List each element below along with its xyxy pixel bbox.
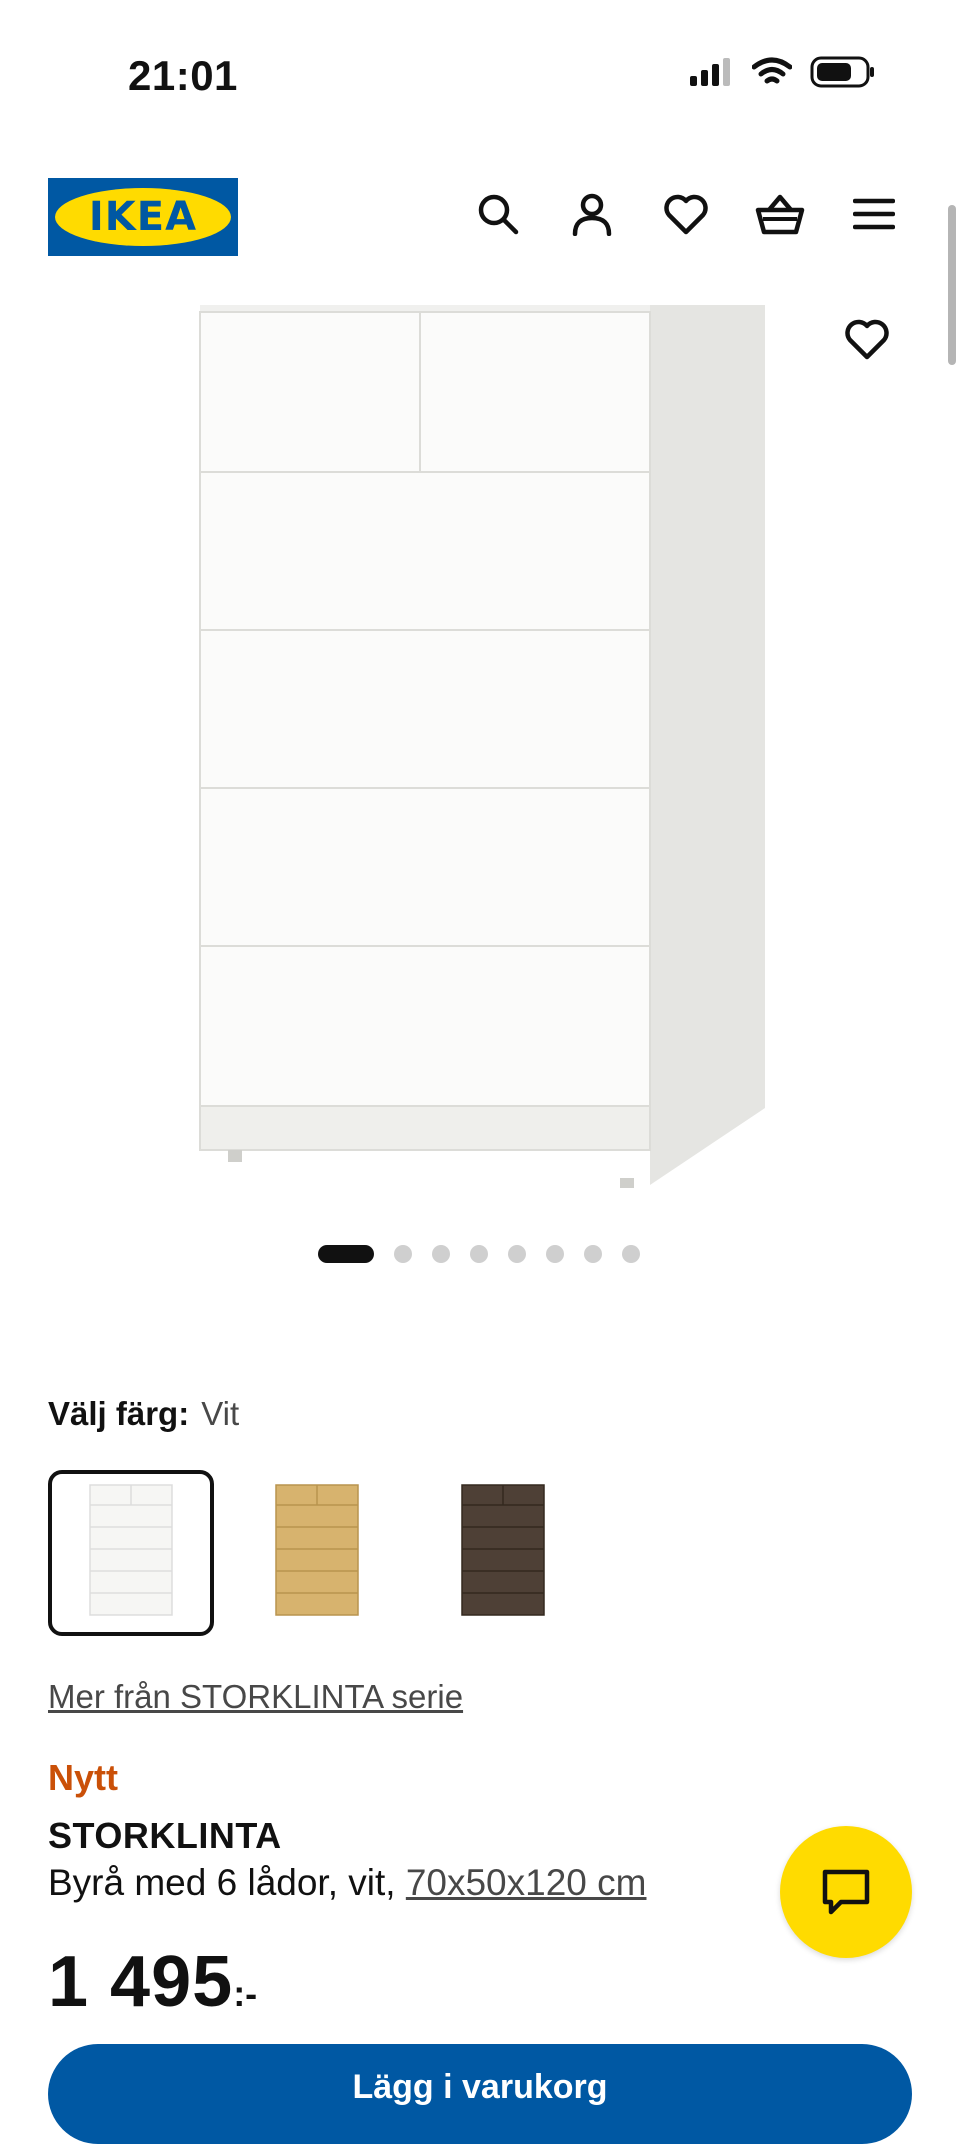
add-to-favourites-button[interactable] <box>840 312 894 366</box>
battery-icon <box>810 56 874 88</box>
ikea-logo[interactable]: IKEA <box>48 178 238 256</box>
product-name: STORKLINTA <box>48 1815 282 1856</box>
product-dimensions-link[interactable]: 70x50x120 cm <box>406 1862 647 1903</box>
color-swatch-white[interactable] <box>48 1470 214 1636</box>
pagination-dot[interactable] <box>432 1245 450 1263</box>
color-swatch-brown[interactable] <box>420 1470 586 1636</box>
pagination-dot-active[interactable] <box>318 1245 374 1263</box>
menu-button[interactable] <box>848 188 900 240</box>
heart-icon <box>664 194 708 235</box>
oak-dresser-thumbnail <box>275 1484 359 1616</box>
logo-ellipse: IKEA <box>55 188 231 246</box>
price-suffix: :- <box>233 1973 258 2008</box>
heart-icon <box>845 319 889 360</box>
brown-dresser-thumbnail <box>461 1484 545 1616</box>
status-bar: 21:01 <box>0 0 960 150</box>
logo-text: IKEA <box>88 194 198 240</box>
price-value: 1 495 <box>48 1946 234 2008</box>
profile-icon <box>572 193 612 236</box>
white-dresser-thumbnail <box>89 1484 173 1616</box>
wifi-icon <box>752 57 792 84</box>
selected-color-value: Vit <box>201 1395 240 1432</box>
color-selector-label: Välj färg: Vit <box>48 1395 239 1433</box>
color-label-text: Välj färg: <box>48 1395 190 1432</box>
product-description-text: Byrå med 6 lådor, vit, <box>48 1862 406 1903</box>
pagination-dot[interactable] <box>394 1245 412 1263</box>
product-image[interactable] <box>180 300 780 1220</box>
pagination-dot[interactable] <box>546 1245 564 1263</box>
series-link[interactable]: Mer från STORKLINTA serie <box>48 1678 463 1716</box>
header-nav <box>472 188 900 240</box>
chat-button[interactable] <box>780 1826 912 1958</box>
cellular-signal-icon <box>690 58 730 86</box>
add-to-cart-button[interactable]: Lägg i varukorg <box>48 2044 912 2144</box>
basket-button[interactable] <box>754 188 806 240</box>
profile-button[interactable] <box>566 188 618 240</box>
color-swatches <box>48 1470 586 1636</box>
favourites-button[interactable] <box>660 188 712 240</box>
status-time: 21:01 <box>128 52 238 99</box>
pagination-dot[interactable] <box>508 1245 526 1263</box>
basket-icon <box>755 194 805 235</box>
add-to-cart-label: Lägg i varukorg <box>352 2068 608 2106</box>
product-description: Byrå med 6 lådor, vit, 70x50x120 cm <box>48 1862 646 1904</box>
status-icons <box>690 56 876 88</box>
chat-icon <box>822 1869 870 1915</box>
search-icon <box>478 194 519 235</box>
menu-icon <box>853 198 895 230</box>
pagination-dot[interactable] <box>470 1245 488 1263</box>
site-header: IKEA <box>0 170 960 260</box>
search-button[interactable] <box>472 188 524 240</box>
image-pagination <box>318 1245 640 1263</box>
color-swatch-oak[interactable] <box>234 1470 400 1636</box>
scrollbar[interactable] <box>948 205 956 365</box>
new-badge: Nytt <box>48 1757 118 1798</box>
product-price: 1 495:- <box>48 1946 448 2008</box>
pagination-dot[interactable] <box>622 1245 640 1263</box>
pagination-dot[interactable] <box>584 1245 602 1263</box>
